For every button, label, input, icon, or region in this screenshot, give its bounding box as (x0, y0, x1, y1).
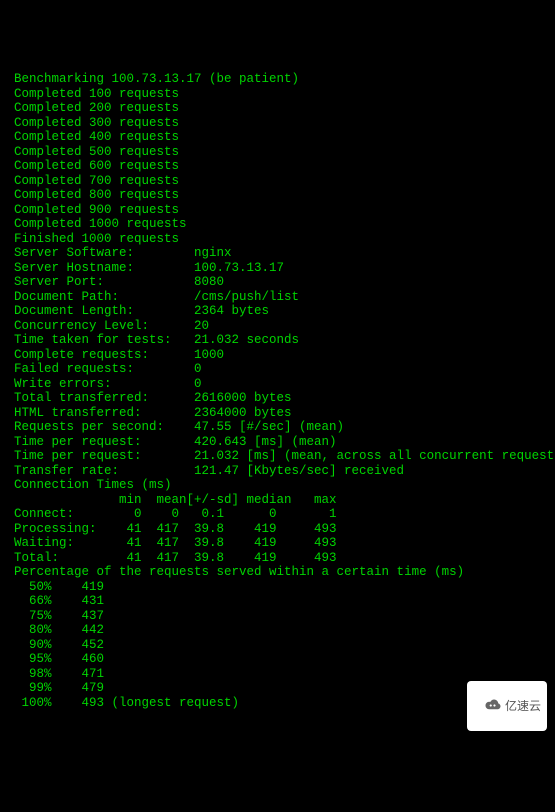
complete-requests: Complete requests: 1000 (14, 348, 543, 363)
percentile-row: 100% 493 (longest request) (14, 696, 543, 711)
transfer-rate: Transfer rate: 121.47 [Kbytes/sec] recei… (14, 464, 543, 479)
requests-per-second: Requests per second: 47.55 [#/sec] (mean… (14, 420, 543, 435)
progress-line: Completed 600 requests (14, 159, 543, 174)
total-transferred: Total transferred: 2616000 bytes (14, 391, 543, 406)
connection-times-connect: Connect: 0 0 0.1 0 1 (14, 507, 543, 522)
connection-times-title: Connection Times (ms) (14, 478, 543, 493)
connection-times-header: min mean[+/-sd] median max (14, 493, 543, 508)
percentile-row: 50% 419 (14, 580, 543, 595)
benchmark-header: Benchmarking 100.73.13.17 (be patient) (14, 72, 543, 87)
percentile-row: 98% 471 (14, 667, 543, 682)
html-transferred: HTML transferred: 2364000 bytes (14, 406, 543, 421)
concurrency-level: Concurrency Level: 20 (14, 319, 543, 334)
progress-line: Completed 500 requests (14, 145, 543, 160)
watermark-text: 亿速云 (505, 699, 541, 714)
document-length: Document Length: 2364 bytes (14, 304, 543, 319)
progress-line: Completed 100 requests (14, 87, 543, 102)
write-errors: Write errors: 0 (14, 377, 543, 392)
percentile-row: 99% 479 (14, 681, 543, 696)
percentile-row: 66% 431 (14, 594, 543, 609)
connection-times-total: Total: 41 417 39.8 419 493 (14, 551, 543, 566)
server-hostname: Server Hostname: 100.73.13.17 (14, 261, 543, 276)
server-software: Server Software: nginx (14, 246, 543, 261)
time-per-request-concurrent: Time per request: 21.032 [ms] (mean, acr… (14, 449, 543, 464)
progress-line: Completed 800 requests (14, 188, 543, 203)
percentile-row: 80% 442 (14, 623, 543, 638)
percentile-row: 75% 437 (14, 609, 543, 624)
progress-line: Finished 1000 requests (14, 232, 543, 247)
progress-line: Completed 900 requests (14, 203, 543, 218)
percentiles-title: Percentage of the requests served within… (14, 565, 543, 580)
progress-line: Completed 700 requests (14, 174, 543, 189)
server-port: Server Port: 8080 (14, 275, 543, 290)
failed-requests: Failed requests: 0 (14, 362, 543, 377)
progress-line: Completed 200 requests (14, 101, 543, 116)
percentile-row: 95% 460 (14, 652, 543, 667)
document-path: Document Path: /cms/push/list (14, 290, 543, 305)
time-taken: Time taken for tests: 21.032 seconds (14, 333, 543, 348)
progress-line: Completed 300 requests (14, 116, 543, 131)
cloud-icon (471, 683, 502, 730)
time-per-request-mean: Time per request: 420.643 [ms] (mean) (14, 435, 543, 450)
connection-times-waiting: Waiting: 41 417 39.8 419 493 (14, 536, 543, 551)
connection-times-processing: Processing: 41 417 39.8 419 493 (14, 522, 543, 537)
terminal-output: Benchmarking 100.73.13.17 (be patient)Co… (14, 72, 543, 710)
watermark-badge: 亿速云 (467, 681, 547, 732)
progress-line: Completed 400 requests (14, 130, 543, 145)
percentile-row: 90% 452 (14, 638, 543, 653)
progress-line: Completed 1000 requests (14, 217, 543, 232)
